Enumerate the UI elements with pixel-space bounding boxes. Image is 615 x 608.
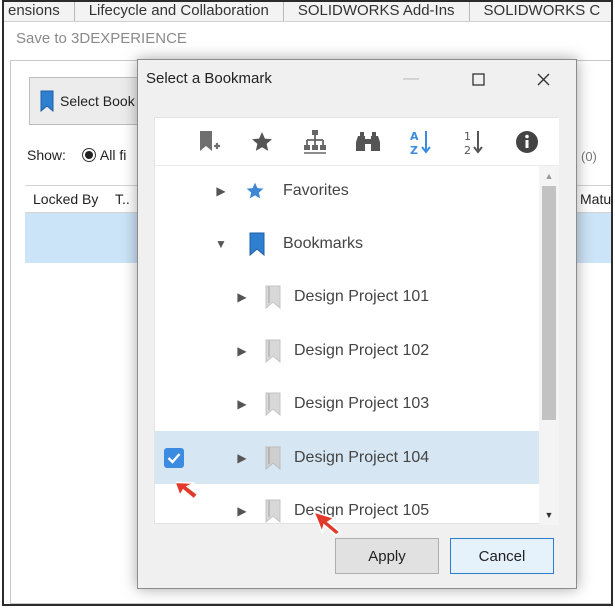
bookmark-tree: ▶ Favorites ▼ Bookmarks ▶ Design Project… xyxy=(155,166,539,525)
collapse-arrow-icon[interactable]: ▼ xyxy=(215,237,227,251)
tree-item-design-project-102[interactable]: ▶ Design Project 102 xyxy=(155,324,539,377)
tab-lifecycle-collaboration[interactable]: Lifecycle and Collaboration xyxy=(75,2,284,21)
show-filter: Show: All fi xyxy=(27,147,126,163)
tree-item-design-project-103[interactable]: ▶ Design Project 103 xyxy=(155,377,539,430)
svg-text:Z: Z xyxy=(410,144,418,156)
tree-item-label: Design Project 101 xyxy=(294,287,430,305)
pointer-arrow-icon xyxy=(312,510,342,536)
file-count: (0) xyxy=(581,149,597,164)
tree-item-label: Design Project 102 xyxy=(294,341,430,359)
scroll-up-icon[interactable]: ▲ xyxy=(539,166,559,186)
bookmark-icon xyxy=(263,285,283,309)
tab-solidworks-c[interactable]: SOLIDWORKS C xyxy=(470,2,611,21)
hierarchy-icon[interactable] xyxy=(299,126,331,158)
expand-arrow-icon[interactable]: ▶ xyxy=(236,344,248,358)
add-bookmark-icon[interactable] xyxy=(193,126,225,158)
maximize-icon[interactable] xyxy=(463,64,493,94)
expand-arrow-icon[interactable]: ▶ xyxy=(215,184,227,198)
tree-item-label: Design Project 103 xyxy=(294,394,430,412)
bookmark-toolbar: AZ 12 xyxy=(155,118,559,166)
svg-text:A: A xyxy=(410,130,419,143)
star-icon xyxy=(245,179,265,203)
column-locked-by[interactable]: Locked By xyxy=(33,191,98,207)
tree-item-label: Design Project 104 xyxy=(294,448,430,466)
binoculars-icon[interactable] xyxy=(352,126,384,158)
expand-arrow-icon[interactable]: ▶ xyxy=(236,504,248,518)
bookmark-icon xyxy=(263,499,283,523)
save-window-title: Save to 3DEXPERIENCE xyxy=(16,30,187,47)
tree-item-design-project-104[interactable]: ▶ Design Project 104 xyxy=(155,431,539,484)
apply-button[interactable]: Apply xyxy=(335,538,439,574)
tab-extensions[interactable]: ensions xyxy=(4,2,75,21)
tree-item-bookmarks[interactable]: ▼ Bookmarks xyxy=(155,217,539,270)
checkmark-icon xyxy=(167,452,181,464)
svg-text:2: 2 xyxy=(464,144,471,156)
tree-scrollbar[interactable]: ▲ ▼ xyxy=(539,166,559,525)
star-icon[interactable] xyxy=(246,126,278,158)
show-label: Show: xyxy=(27,147,66,163)
tab-solidworks-addins[interactable]: SOLIDWORKS Add-Ins xyxy=(284,2,470,21)
sort-numeric-icon[interactable]: 12 xyxy=(458,126,490,158)
column-maturity[interactable]: Maturi xyxy=(580,191,611,207)
tree-item-design-project-105[interactable]: ▶ Design Project 105 xyxy=(155,484,539,525)
expand-arrow-icon[interactable]: ▶ xyxy=(236,290,248,304)
bookmark-icon xyxy=(263,446,283,470)
bookmark-panel: AZ 12 ▶ Favorites ▼ Bookmarks ▶ Design P… xyxy=(154,117,559,525)
tree-item-label: Favorites xyxy=(283,181,349,199)
pointer-arrow-icon xyxy=(176,481,199,500)
sort-az-icon[interactable]: AZ xyxy=(405,126,437,158)
tree-item-label: Bookmarks xyxy=(283,234,364,252)
dialog-title: Select a Bookmark xyxy=(146,70,272,87)
close-icon[interactable] xyxy=(528,64,558,94)
command-manager-tabs: ensions Lifecycle and Collaboration SOLI… xyxy=(4,2,611,22)
all-files-label: All fi xyxy=(99,147,127,163)
cancel-button[interactable]: Cancel xyxy=(450,538,554,574)
bookmark-icon xyxy=(263,339,283,363)
bookmark-icon xyxy=(40,90,54,112)
select-bookmark-dialog: Select a Bookmark — A Z 1 2 ▶ Favorites … xyxy=(137,59,577,589)
all-files-radio[interactable] xyxy=(81,148,96,162)
column-type[interactable]: T.. xyxy=(115,191,130,207)
svg-text:1: 1 xyxy=(464,130,471,143)
tree-item-design-project-101[interactable]: ▶ Design Project 101 xyxy=(155,270,539,323)
app-window: ensions Lifecycle and Collaboration SOLI… xyxy=(2,0,613,606)
checkbox-checked[interactable] xyxy=(164,447,184,468)
select-bookmark-label: Select Book xyxy=(60,93,135,109)
scrollbar-thumb[interactable] xyxy=(542,186,556,420)
bookmark-icon xyxy=(263,392,283,416)
expand-arrow-icon[interactable]: ▶ xyxy=(236,451,248,465)
bookmark-icon xyxy=(247,232,267,256)
scroll-down-icon[interactable]: ▼ xyxy=(539,505,559,525)
info-icon[interactable] xyxy=(511,126,543,158)
tree-item-favorites[interactable]: ▶ Favorites xyxy=(155,166,539,217)
minimize-icon[interactable]: — xyxy=(396,64,426,94)
expand-arrow-icon[interactable]: ▶ xyxy=(236,397,248,411)
